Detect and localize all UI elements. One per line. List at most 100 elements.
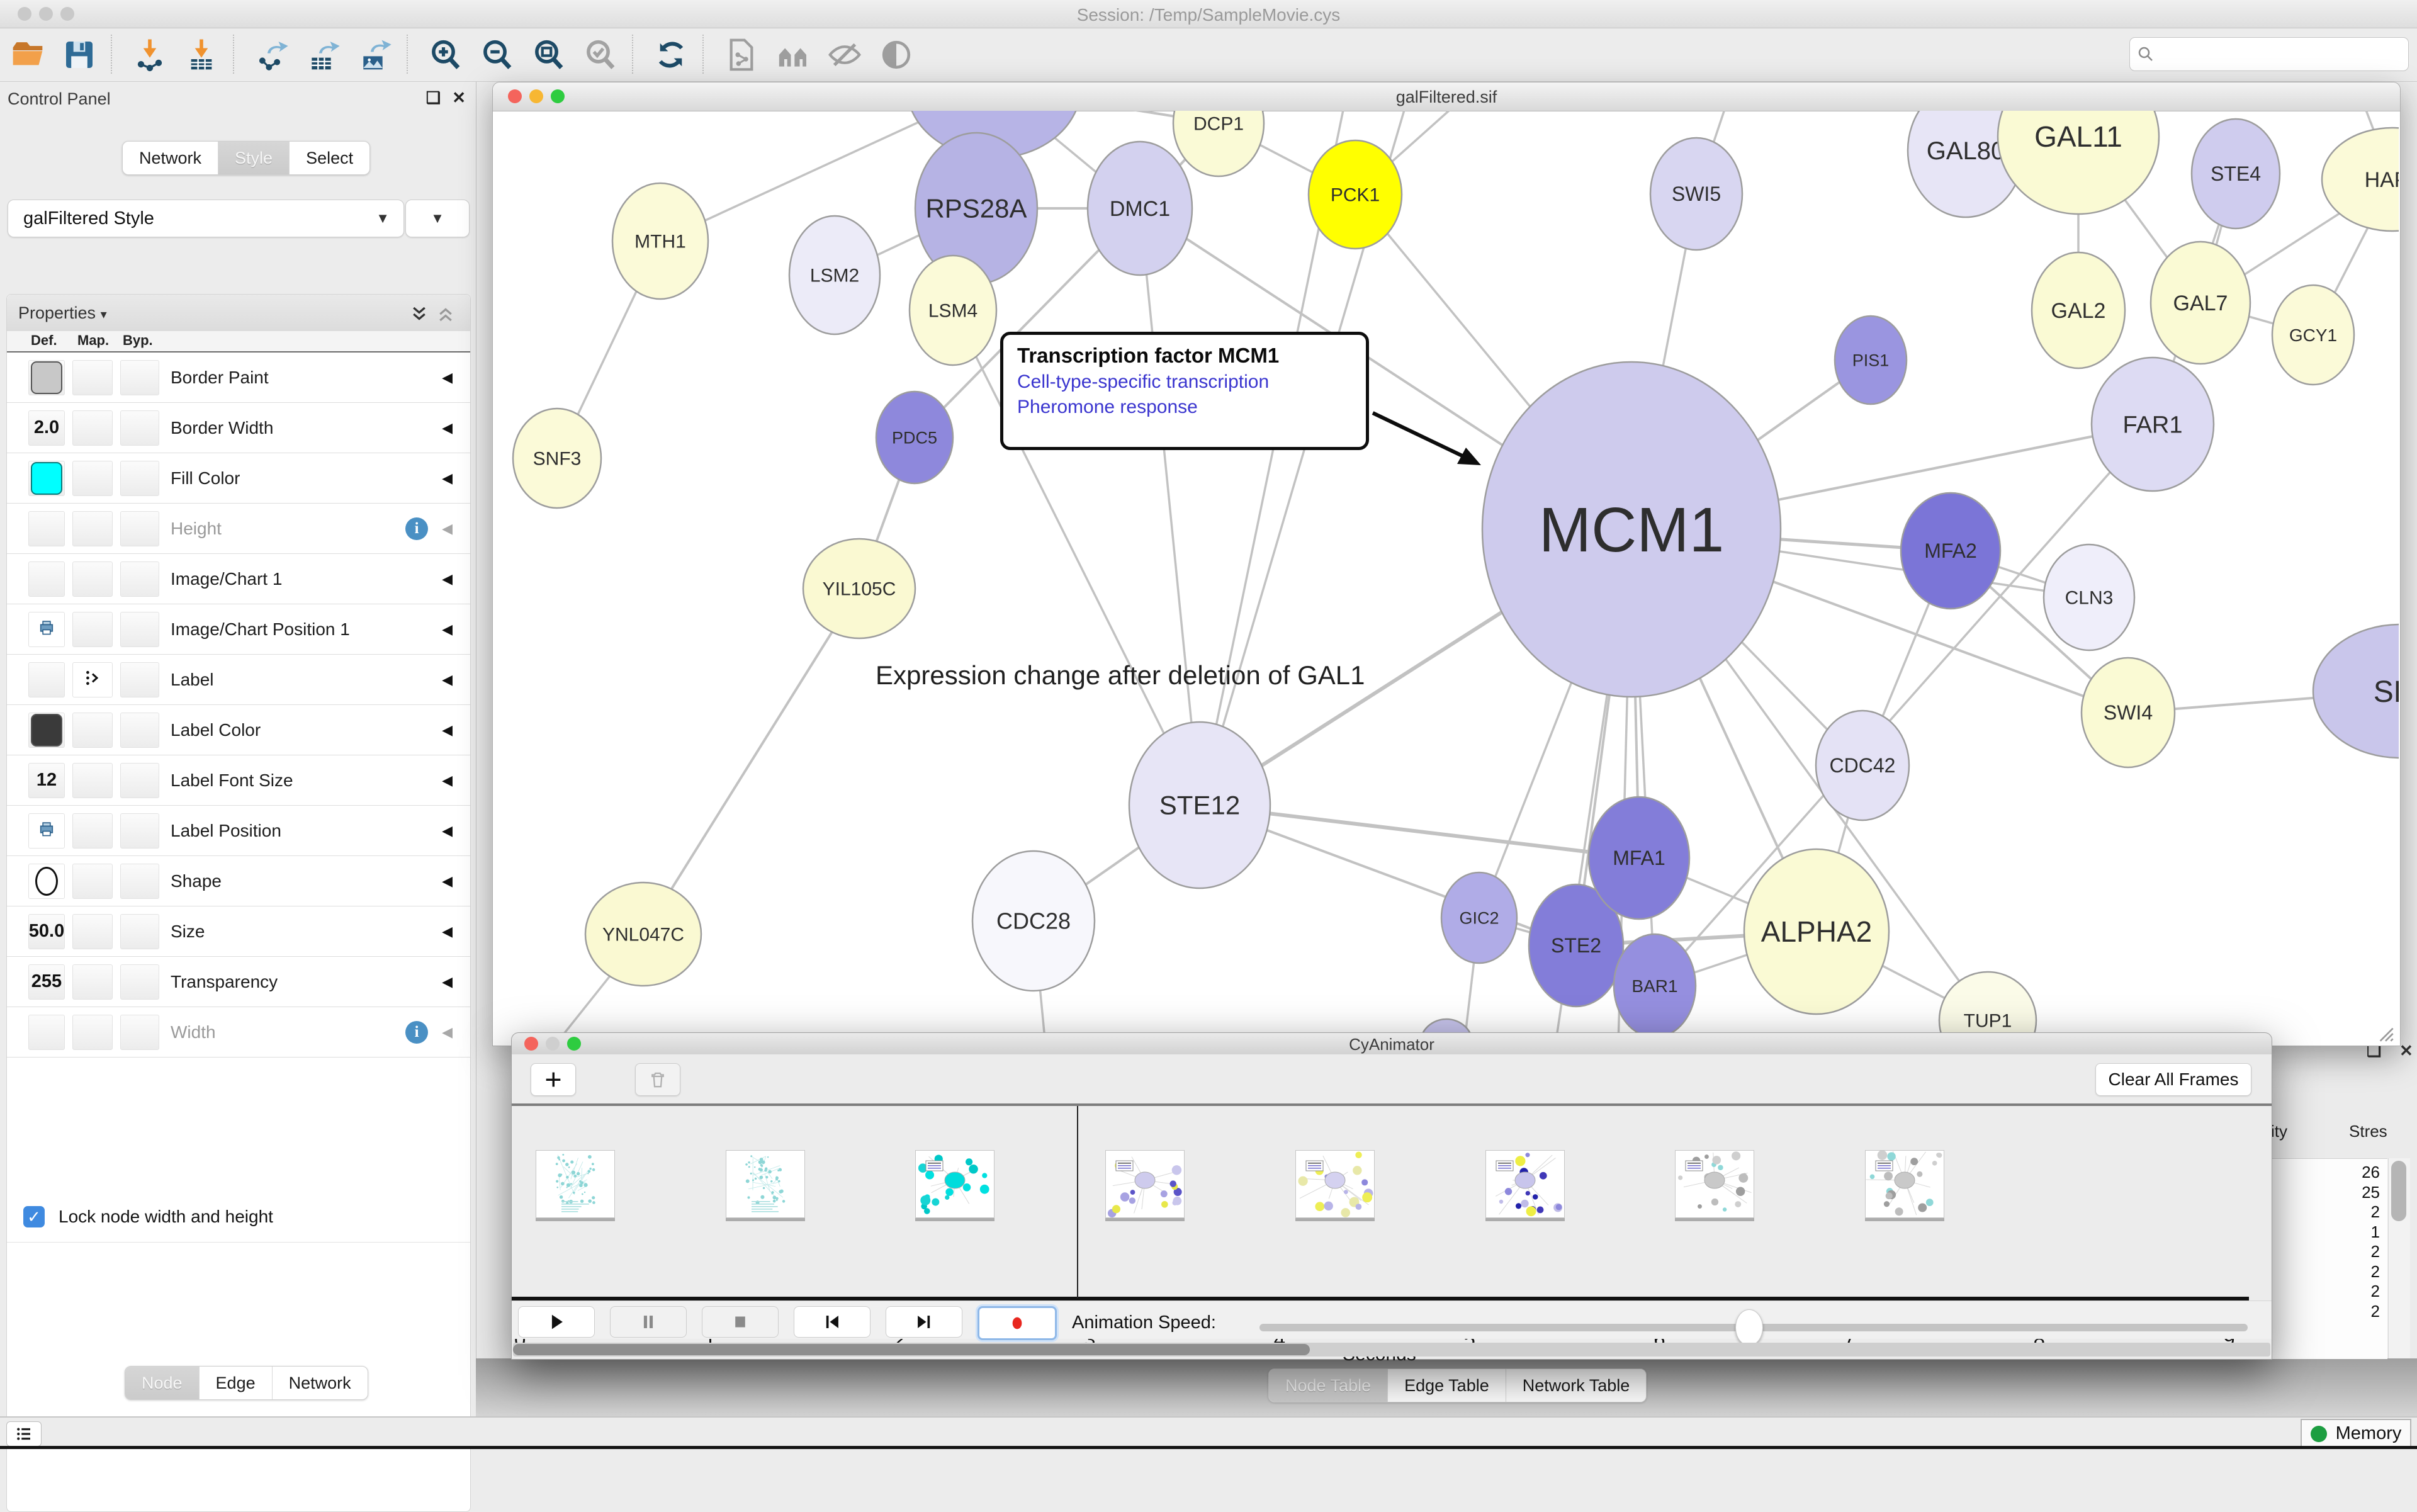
canvas-caption-text[interactable]: Expression change after deletion of GAL1 [876,660,1365,691]
collapse-all-icon[interactable] [436,305,455,324]
property-row-label-color[interactable]: Label Color◀ [7,705,470,755]
property-c3-cell[interactable] [120,713,159,748]
collapse-row-icon[interactable]: ◀ [442,370,453,386]
property-c1-cell[interactable] [28,864,65,899]
property-c1-cell[interactable] [28,813,65,849]
import-network-icon[interactable] [132,37,167,72]
property-c2-cell[interactable] [72,612,113,647]
network-node-LSM2[interactable]: LSM2 [789,216,880,334]
property-c2-cell[interactable] [72,662,113,697]
property-row-height[interactable]: Heighti◀ [7,504,470,554]
property-c3-cell[interactable] [120,813,159,849]
collapse-row-icon[interactable]: ◀ [442,571,453,587]
go-start-button[interactable] [794,1306,870,1338]
network-edge[interactable] [1140,208,1200,805]
property-row-image-chart-1[interactable]: Image/Chart 1◀ [7,554,470,604]
table-column-stress[interactable]: Stres [2349,1122,2387,1141]
property-row-transparency[interactable]: 255Transparency◀ [7,957,470,1007]
zoom-selected-icon[interactable] [583,37,618,72]
property-c2-cell[interactable] [72,813,113,849]
property-c1-cell[interactable]: 2.0 [28,410,65,446]
annotation-link-1[interactable]: Cell-type-specific transcription [1017,371,1366,393]
export-image-icon[interactable] [358,37,393,72]
property-c2-cell[interactable] [72,713,113,748]
property-c2-cell[interactable] [72,410,113,446]
show-graphics-icon[interactable] [879,37,914,72]
table-tab-node-table[interactable]: Node Table [1269,1369,1387,1402]
property-c1-cell[interactable]: 50.0 [28,914,65,949]
network-node-SWI5[interactable]: SWI5 [1650,138,1742,250]
network-node-GCY1[interactable]: GCY1 [2272,285,2354,385]
attr-tab-edge[interactable]: Edge [199,1367,272,1399]
info-icon[interactable]: i [405,517,428,540]
property-c3-cell[interactable] [120,914,159,949]
zoom-fit-icon[interactable] [531,37,566,72]
clear-all-frames-button[interactable]: Clear All Frames [2095,1063,2251,1096]
property-row-shape[interactable]: Shape◀ [7,856,470,906]
property-c2-cell[interactable] [72,511,113,546]
network-node-SNF3[interactable]: SNF3 [513,409,601,508]
property-row-label[interactable]: Label◀ [7,655,470,705]
network-node-GAL7[interactable]: GAL7 [2151,242,2250,364]
property-c3-cell[interactable] [120,410,159,446]
collapse-row-icon[interactable]: ◀ [442,1024,453,1041]
expand-all-icon[interactable] [410,305,429,324]
property-row-border-paint[interactable]: Border Paint◀ [7,353,470,403]
animation-speed-slider-thumb[interactable] [1735,1309,1763,1346]
timeline-frame-5[interactable] [1485,1150,1565,1218]
network-node-MCM1[interactable]: MCM1 [1482,362,1781,697]
record-button[interactable] [978,1306,1057,1340]
network-node-DCP1[interactable]: DCP1 [1173,111,1264,176]
property-c1-cell[interactable] [28,1015,65,1050]
network-node-PIS1[interactable]: PIS1 [1835,316,1907,404]
network-node-GAL2[interactable]: GAL2 [2032,252,2125,368]
property-c1-cell[interactable]: 12 [28,763,65,798]
tab-network[interactable]: Network [123,142,218,174]
close-table-icon[interactable]: ✕ [2399,1041,2413,1061]
network-node-CDC42[interactable]: CDC42 [1816,711,1909,820]
style-selector[interactable]: galFiltered Style ▼ [8,200,404,237]
collapse-row-icon[interactable]: ◀ [442,672,453,688]
play-button[interactable] [518,1306,595,1338]
timeline-frame-3[interactable] [1105,1150,1185,1218]
collapse-row-icon[interactable]: ◀ [442,772,453,789]
property-c3-cell[interactable] [120,763,159,798]
hide-details-icon[interactable] [827,37,862,72]
property-c2-cell[interactable] [72,763,113,798]
collapse-row-icon[interactable]: ◀ [442,974,453,990]
network-node-MFA2[interactable]: MFA2 [1901,493,2000,609]
table-tab-edge-table[interactable]: Edge Table [1387,1369,1506,1402]
property-row-label-font-size[interactable]: 12Label Font Size◀ [7,755,470,806]
network-node-PDC5[interactable]: PDC5 [876,392,953,483]
annotation-callout[interactable]: Transcription factor MCM1 Cell-type-spec… [1000,332,1369,450]
table-column-ity[interactable]: ity [2271,1122,2287,1141]
property-c1-cell[interactable] [28,360,65,395]
tab-style[interactable]: Style [218,142,289,174]
info-icon[interactable]: i [405,1021,428,1044]
collapse-row-icon[interactable]: ◀ [442,470,453,487]
property-c1-cell[interactable]: 255 [28,964,65,1000]
collapse-row-icon[interactable]: ◀ [442,722,453,738]
property-c2-cell[interactable] [72,864,113,899]
pause-button[interactable] [610,1306,687,1338]
collapse-row-icon[interactable]: ◀ [442,621,453,638]
table-scrollbar-thumb[interactable] [2391,1161,2406,1221]
network-file-icon[interactable] [724,37,759,72]
network-node-MFA1[interactable]: MFA1 [1589,797,1689,919]
property-c2-cell[interactable] [72,461,113,496]
property-c1-cell[interactable] [28,612,65,647]
network-node-SLT[interactable]: SLT [2313,624,2399,758]
lock-size-checkbox[interactable]: ✓ [23,1206,45,1227]
attr-tab-network[interactable]: Network [272,1367,368,1399]
property-c2-cell[interactable] [72,1015,113,1050]
export-table-icon[interactable] [306,37,341,72]
property-c3-cell[interactable] [120,561,159,597]
collapse-row-icon[interactable]: ◀ [442,873,453,889]
add-frame-button[interactable] [531,1063,576,1096]
network-canvas[interactable]: DCP1RPS28ADMC1PCK1MTH1LSM2LSM4SNF3PDC5YI… [493,111,2399,1045]
memory-button[interactable]: Memory [2301,1419,2411,1448]
network-node-STE4[interactable]: STE4 [2192,119,2280,228]
network-node-SWI4[interactable]: SWI4 [2082,658,2175,767]
network-node-ALPHA2[interactable]: ALPHA2 [1744,849,1889,1014]
zoom-in-icon[interactable] [428,37,463,72]
